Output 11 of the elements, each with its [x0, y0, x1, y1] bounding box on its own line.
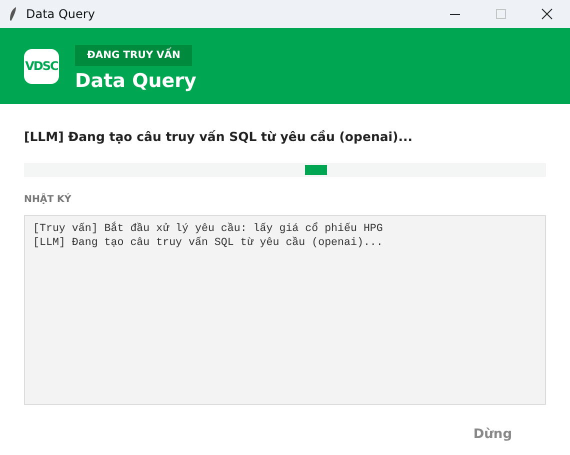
window-title: Data Query — [26, 6, 95, 23]
log-line: [Truy vấn] Bắt đầu xử lý yêu cầu: lấy giá cổ phiếu HPG — [33, 222, 384, 236]
close-icon[interactable] — [541, 8, 553, 20]
status-badge: ĐANG TRUY VẤN — [75, 45, 192, 66]
log-line: [LLM] Đang tạo câu truy vấn SQL từ yêu cầu (openai)... — [33, 236, 384, 250]
feather-icon — [8, 6, 18, 22]
progress-indicator — [305, 164, 327, 175]
logo: VDSC — [24, 48, 59, 84]
status-text: [LLM] Đang tạo câu truy vấn SQL từ yêu cầu (openai)... — [24, 128, 414, 146]
header-title: Data Query — [75, 72, 196, 91]
log-label: NHẬT KÝ — [24, 192, 72, 207]
